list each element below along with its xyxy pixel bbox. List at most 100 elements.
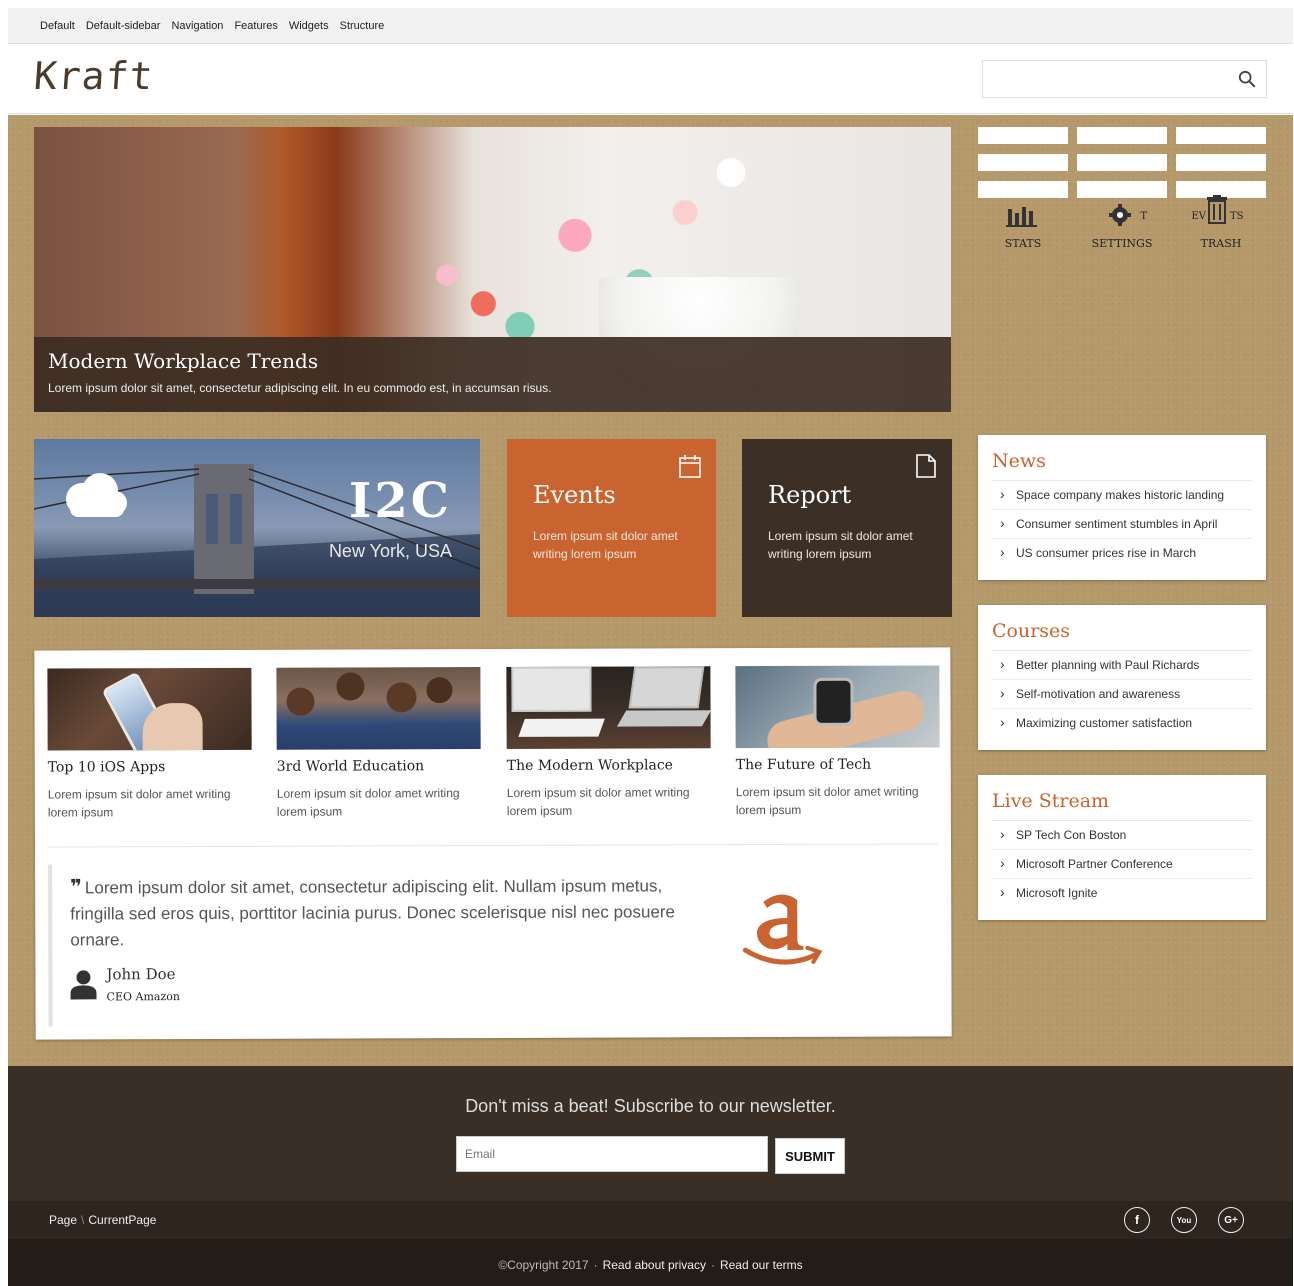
site-logo[interactable]: Kraft	[32, 54, 154, 98]
user-icon	[70, 970, 97, 1000]
report-tile[interactable]: Report Lorem ipsum sit dolor amet writin…	[742, 439, 952, 617]
widget-title: Live Stream	[992, 790, 1252, 821]
events-label-fragment: EV	[1191, 211, 1206, 222]
events-title: Events	[533, 481, 616, 509]
facebook-icon[interactable]: f	[1124, 1207, 1150, 1233]
nav-link-default[interactable]: Default	[40, 20, 75, 32]
quote-body: Lorem ipsum dolor sit amet, consectetur …	[70, 876, 676, 950]
separator-dot: ·	[593, 1258, 598, 1272]
email-field[interactable]	[456, 1136, 768, 1172]
testimonial-quote: ❞ Lorem ipsum dolor sit amet, consectetur…	[48, 862, 679, 1027]
news-item[interactable]: Consumer sentiment stumbles in April	[992, 510, 1252, 539]
article-title[interactable]: The Future of Tech	[736, 756, 940, 773]
news-item[interactable]: US consumer prices rise in March	[992, 539, 1252, 567]
city-subtitle: New York, USA	[328, 541, 452, 561]
events-text: Lorem ipsum sit dolor amet writing lorem…	[533, 529, 678, 561]
article-text: Lorem ipsum sit dolor amet writing lorem…	[506, 785, 690, 818]
search-box	[982, 60, 1267, 98]
events-label-fragment-end: TS	[1230, 211, 1244, 222]
icon-tile-placeholder	[1176, 154, 1266, 171]
settings-label[interactable]: SETTINGS	[1077, 237, 1167, 250]
cloud-icon	[66, 473, 127, 517]
hero-text: Lorem ipsum dolor sit amet, consectetur …	[48, 381, 552, 395]
chat-label-fragment: T	[1140, 211, 1147, 222]
city-title: I2C	[348, 473, 452, 529]
city-tile[interactable]: I2C New York, USA	[34, 439, 480, 617]
amazon-logo	[742, 894, 823, 965]
report-text: Lorem ipsum sit dolor amet writing lorem…	[768, 529, 913, 561]
icon-tile-placeholder	[1176, 127, 1266, 144]
article-card[interactable]: Top 10 iOS Apps Lorem ipsum sit dolor am…	[47, 667, 252, 822]
article-title[interactable]: Top 10 iOS Apps	[48, 759, 252, 775]
quote-icon: ❞	[70, 876, 82, 899]
calendar-icon	[679, 455, 701, 478]
submit-button[interactable]: SUBMIT	[775, 1138, 845, 1174]
breadcrumb-separator: \	[81, 1213, 85, 1227]
nav-link-structure[interactable]: Structure	[340, 20, 385, 32]
nav-link-default-sidebar[interactable]: Default-sidebar	[86, 20, 161, 32]
course-item[interactable]: Better planning with Paul Richards	[992, 651, 1252, 680]
breadcrumb-current: CurrentPage	[88, 1213, 157, 1227]
livestream-item[interactable]: Microsoft Partner Conference	[992, 850, 1252, 879]
search-input[interactable]	[983, 61, 1223, 97]
newsletter-title: Don't miss a beat! Subscribe to our news…	[465, 1096, 836, 1116]
site-header: Kraft	[8, 44, 1293, 114]
news-widget: News Space company makes historic landin…	[978, 435, 1266, 580]
quote-text: ❞ Lorem ipsum dolor sit amet, consectetur…	[70, 872, 678, 953]
hero-caption: Modern Workplace Trends Lorem ipsum dolo…	[34, 337, 951, 412]
top-nav: Default Default-sidebar Navigation Featu…	[8, 8, 1293, 44]
search-icon[interactable]	[1238, 70, 1256, 88]
hero-slide[interactable]: Modern Workplace Trends Lorem ipsum dolo…	[34, 127, 951, 412]
stats-icon[interactable]	[1004, 201, 1044, 231]
article-thumbnail[interactable]	[506, 666, 711, 749]
terms-link[interactable]: Read our terms	[720, 1258, 803, 1272]
newsletter-section: Don't miss a beat! Subscribe to our news…	[8, 1066, 1293, 1201]
icon-tile-placeholder	[978, 181, 1068, 198]
copyright-text: ©Copyright 2017	[498, 1258, 589, 1272]
articles-panel: Top 10 iOS Apps Lorem ipsum sit dolor am…	[34, 647, 952, 1040]
privacy-link[interactable]: Read about privacy	[603, 1258, 706, 1272]
report-title: Report	[768, 481, 852, 509]
article-thumbnail[interactable]	[47, 667, 252, 751]
icon-tile-placeholder	[1077, 181, 1167, 198]
breadcrumb-bar: Page \ CurrentPage f You G+	[8, 1201, 1293, 1239]
document-icon	[916, 454, 936, 478]
article-title[interactable]: The Modern Workplace	[507, 757, 711, 774]
youtube-icon[interactable]: You	[1171, 1207, 1197, 1233]
stats-label[interactable]: STATS	[978, 237, 1068, 250]
breadcrumb: Page \ CurrentPage	[49, 1213, 156, 1227]
divider	[48, 843, 939, 848]
quote-author: John Doe CEO Amazon	[70, 963, 678, 1003]
nav-link-navigation[interactable]: Navigation	[171, 20, 223, 32]
trash-label[interactable]: TRASH	[1176, 237, 1266, 250]
breadcrumb-page[interactable]: Page	[49, 1213, 77, 1227]
course-item[interactable]: Maximizing customer satisfaction	[992, 709, 1252, 737]
article-card[interactable]: The Modern Workplace Lorem ipsum sit dol…	[506, 666, 711, 820]
author-role: CEO Amazon	[106, 990, 180, 1004]
icon-tile-placeholder	[1077, 154, 1167, 171]
article-thumbnail[interactable]	[735, 665, 940, 749]
article-card[interactable]: 3rd World Education Lorem ipsum sit dolo…	[276, 667, 481, 821]
widget-title: Courses	[992, 620, 1252, 651]
icon-tile-placeholder	[978, 154, 1068, 171]
article-text: Lorem ipsum sit dolor amet writing lorem…	[276, 786, 460, 819]
livestream-item[interactable]: SP Tech Con Boston	[992, 821, 1252, 850]
courses-widget: Courses Better planning with Paul Richar…	[978, 605, 1266, 750]
nav-link-features[interactable]: Features	[234, 20, 277, 32]
author-name: John Doe	[106, 965, 176, 984]
hero-title: Modern Workplace Trends	[48, 349, 319, 373]
nav-link-widgets[interactable]: Widgets	[289, 20, 329, 32]
article-text: Lorem ipsum sit dolor amet writing lorem…	[735, 784, 919, 818]
course-item[interactable]: Self-motivation and awareness	[992, 680, 1252, 709]
livestream-item[interactable]: Microsoft Ignite	[992, 879, 1252, 907]
events-tile[interactable]: Events Lorem ipsum sit dolor amet writin…	[507, 439, 716, 617]
google-plus-icon[interactable]: G+	[1218, 1207, 1244, 1233]
article-card[interactable]: The Future of Tech Lorem ipsum sit dolor…	[735, 665, 940, 819]
article-title[interactable]: 3rd World Education	[277, 758, 481, 775]
article-thumbnail[interactable]	[276, 667, 481, 750]
article-text: Lorem ipsum sit dolor amet writing lorem…	[47, 786, 231, 820]
separator-dot: ·	[710, 1258, 715, 1272]
news-item[interactable]: Space company makes historic landing	[992, 481, 1252, 510]
icon-tile-placeholder	[978, 127, 1068, 144]
main-content: Modern Workplace Trends Lorem ipsum dolo…	[8, 115, 1293, 1066]
